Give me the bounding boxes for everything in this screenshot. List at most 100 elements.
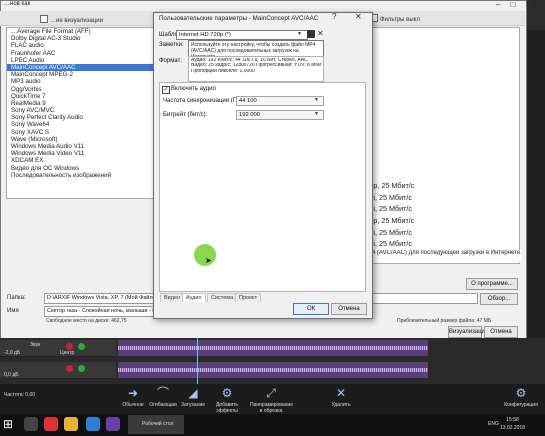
template-list-item[interactable]: -50i, 25 Мбит/с bbox=[361, 192, 519, 204]
audio-track-header[interactable]: 0,0 дБ bbox=[0, 362, 116, 379]
window-controls[interactable]: –□✕ bbox=[496, 0, 542, 9]
template-list-item[interactable] bbox=[361, 168, 519, 180]
format-list-item[interactable]: Последовательность изображений bbox=[7, 172, 157, 179]
template-list-item[interactable] bbox=[361, 122, 519, 134]
search-icon[interactable] bbox=[24, 417, 38, 431]
chevron-down-icon[interactable]: ▼ bbox=[314, 97, 319, 103]
template-list-item[interactable]: -24p, 25 Мбит/с bbox=[361, 180, 519, 192]
toolbar-button[interactable]: ✕ Удалить bbox=[320, 386, 362, 408]
dialog-tab[interactable]: Аудио bbox=[182, 293, 206, 302]
bitrate-select[interactable]: 192 000 bbox=[236, 110, 324, 120]
template-list[interactable]: -24p, 25 Мбит/с -50i, 25 Мбит/с -50i, 25 М… bbox=[360, 27, 520, 264]
template-list-item[interactable]: -50i, 25 Мбит/с bbox=[361, 238, 519, 250]
toolbar-button-label: Обычное bbox=[122, 402, 144, 408]
format-list-item[interactable]: Sony AVC/MVC bbox=[7, 107, 157, 114]
template-list-item[interactable] bbox=[361, 98, 519, 110]
format-list-item[interactable]: Windows Media Video V11 bbox=[7, 150, 157, 157]
app-icon[interactable] bbox=[86, 417, 100, 431]
template-list-item[interactable] bbox=[361, 40, 519, 52]
toolbar-icon: ⚙ bbox=[221, 386, 233, 400]
template-list-item[interactable] bbox=[361, 86, 519, 98]
opera-icon[interactable] bbox=[44, 417, 58, 431]
audio-clip[interactable] bbox=[118, 340, 428, 356]
toolbar-button-label: Затухание bbox=[180, 402, 206, 408]
template-list-item[interactable] bbox=[361, 157, 519, 169]
format-list-item[interactable]: FLAC audio bbox=[7, 42, 157, 49]
clock[interactable]: 15:58 13.02.2018 bbox=[500, 416, 525, 432]
include-audio-label[interactable]: Включить аудио bbox=[171, 86, 216, 92]
toolbar-button[interactable]: ⚙ Конфигурация bbox=[500, 386, 542, 408]
language-indicator[interactable]: ENG bbox=[488, 421, 499, 427]
toolbar-icon: ✕ bbox=[335, 386, 347, 400]
toolbar-button[interactable]: ⚙ Добавить эффекты bbox=[206, 386, 248, 414]
format-list-item[interactable]: Sony Wave64 bbox=[7, 121, 157, 128]
format-list-item[interactable]: Sony Perfect Clarity Audio bbox=[7, 114, 157, 121]
format-list-item[interactable]: Видео для ОС Windows bbox=[7, 165, 157, 172]
file-name-field[interactable]: Сектор газа - Спокойная ночь, малыши - B… bbox=[44, 306, 168, 317]
clock-time: 15:58 bbox=[506, 417, 519, 423]
audio-track-header[interactable]: Звук -2,0 дБ Центр bbox=[0, 340, 116, 357]
format-list[interactable]: …Average File Format (AFF) Dolby Digital … bbox=[6, 27, 158, 199]
format-list-item[interactable]: XDCAM EX bbox=[7, 157, 157, 164]
save-template-icon[interactable] bbox=[307, 30, 315, 38]
template-list-item[interactable] bbox=[361, 110, 519, 122]
format-list-item[interactable]: QuickTime 7 bbox=[7, 93, 157, 100]
mute-icon[interactable] bbox=[78, 365, 85, 372]
template-list-item[interactable] bbox=[361, 63, 519, 75]
estimated-size-text: Приблизительный размер файла: 47 МБ bbox=[397, 318, 492, 324]
format-list-item[interactable]: Windows Media Audio V11 bbox=[7, 143, 157, 150]
template-list-item[interactable]: -24p, 25 Мбит/с bbox=[361, 215, 519, 227]
dialog-tab[interactable]: Видео bbox=[160, 293, 185, 302]
template-list-item[interactable] bbox=[361, 133, 519, 145]
vegas-icon[interactable] bbox=[106, 417, 120, 431]
include-audio-checkbox[interactable]: ✓ bbox=[162, 86, 170, 94]
cancel-button[interactable]: Отмена bbox=[331, 303, 367, 315]
template-list-item[interactable] bbox=[361, 145, 519, 157]
playhead-cursor[interactable] bbox=[197, 338, 198, 384]
render-button[interactable]: Визуализация bbox=[448, 326, 488, 338]
filter-toggle[interactable]: Фильтры выкл bbox=[370, 14, 420, 23]
name-label: Имя bbox=[7, 308, 19, 314]
template-list-item[interactable] bbox=[361, 28, 519, 40]
template-list-item[interactable]: -50i, 25 Мбит/с bbox=[361, 227, 519, 239]
browse-button[interactable]: Обзор... bbox=[480, 293, 518, 305]
checkbox-icon[interactable] bbox=[40, 15, 48, 23]
template-select[interactable]: Internet HD 720p (*) bbox=[176, 30, 308, 40]
dialog-tab[interactable]: Система bbox=[207, 293, 238, 302]
toolbar-button[interactable]: ⤢ Панорамирование и обрезка bbox=[250, 386, 293, 414]
chevron-down-icon[interactable]: ▼ bbox=[314, 111, 319, 117]
format-list-item[interactable]: Ogg/Vorbis bbox=[7, 86, 157, 93]
format-list-item[interactable]: RealMedia 9 bbox=[7, 100, 157, 107]
ok-button[interactable]: ОК bbox=[293, 303, 329, 315]
audio-clip[interactable] bbox=[118, 362, 428, 378]
dialog-title: Пользовательские параметры - MainConcept… bbox=[159, 15, 319, 22]
format-list-item[interactable]: MainConcept AVC/AAC bbox=[7, 63, 157, 72]
render-toolbar-label[interactable]: …ие визуализации bbox=[40, 15, 103, 24]
format-list-item[interactable]: MP3 audio bbox=[7, 78, 157, 85]
template-list-item[interactable] bbox=[361, 51, 519, 63]
delete-template-icon[interactable]: ✕ bbox=[317, 29, 324, 38]
help-icon[interactable]: ? bbox=[332, 12, 336, 21]
template-list-item[interactable]: -50i, 25 Мбит/с bbox=[361, 203, 519, 215]
format-list-item[interactable]: Fraunhofer AAC bbox=[7, 50, 157, 57]
format-list-item[interactable]: LPEC Audio bbox=[7, 57, 157, 64]
format-list-item[interactable]: Sony XAVC S bbox=[7, 129, 157, 136]
taskbar-active-app[interactable]: Рабочий стол bbox=[128, 415, 184, 434]
format-list-item[interactable]: Wave (Microsoft) bbox=[7, 136, 157, 143]
windows-start-icon[interactable]: ⊞ bbox=[3, 417, 19, 433]
file-explorer-icon[interactable] bbox=[64, 417, 78, 431]
mute-icon[interactable] bbox=[78, 343, 85, 350]
sample-rate-label: Частота синхронизации (Гц): bbox=[163, 98, 244, 104]
format-list-item[interactable]: …Average File Format (AFF) bbox=[7, 28, 157, 35]
record-arm-icon[interactable] bbox=[66, 365, 73, 372]
render-cancel-button[interactable]: Отмена bbox=[484, 326, 518, 338]
record-arm-icon[interactable] bbox=[66, 343, 73, 350]
chevron-down-icon[interactable]: ▼ bbox=[297, 31, 302, 37]
sample-rate-select[interactable]: 44 100 bbox=[236, 96, 324, 106]
about-button[interactable]: О программе... bbox=[466, 278, 518, 290]
template-list-item[interactable] bbox=[361, 75, 519, 87]
dialog-tab[interactable]: Проект bbox=[235, 293, 262, 302]
format-list-item[interactable]: Dolby Digital AC-3 Studio bbox=[7, 35, 157, 42]
close-icon[interactable]: ✕ bbox=[355, 12, 362, 21]
format-list-item[interactable]: MainConcept MPEG-2 bbox=[7, 71, 157, 78]
